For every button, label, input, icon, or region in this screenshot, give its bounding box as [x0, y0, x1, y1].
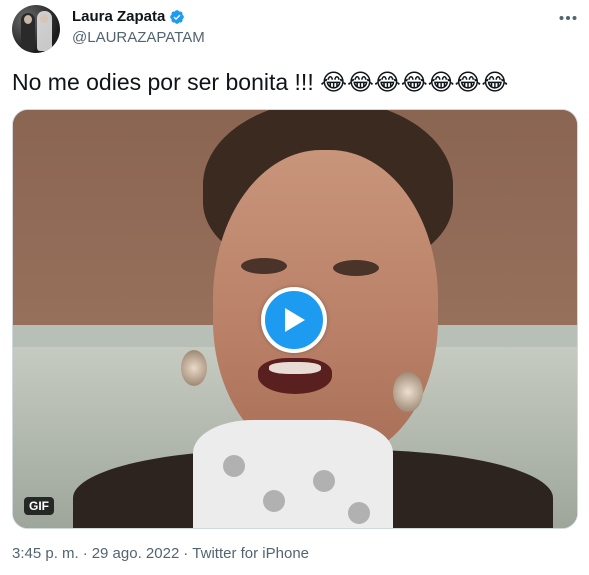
- more-options-icon: [559, 16, 577, 20]
- play-button[interactable]: [261, 287, 327, 353]
- author-name-row[interactable]: Laura Zapata: [72, 8, 185, 25]
- avatar-face-left: [24, 15, 32, 24]
- meta-separator: ·: [183, 545, 189, 562]
- author-handle[interactable]: @LAURAZAPATAM: [72, 29, 205, 46]
- gif-badge: GIF: [24, 497, 54, 515]
- media-collar-pattern: [348, 502, 370, 524]
- play-icon: [285, 308, 305, 332]
- media-collar-pattern: [313, 470, 335, 492]
- tweet-metadata: 3:45 p. m. · 29 ago. 2022 · Twitter for …: [12, 545, 309, 562]
- media-teeth: [269, 362, 321, 374]
- verified-badge-icon: [169, 9, 185, 25]
- media-face: [213, 150, 438, 460]
- avatar-face-right: [40, 14, 48, 23]
- tweet-text: No me odies por ser bonita !!! 😂😂😂😂😂😂😂: [12, 69, 509, 95]
- author-display-name[interactable]: Laura Zapata: [72, 8, 165, 25]
- media-collar-pattern: [223, 455, 245, 477]
- tweet-card: Laura Zapata @LAURAZAPATAM No me odies p…: [0, 0, 589, 575]
- media-eye-left: [241, 258, 287, 274]
- tweet-source[interactable]: Twitter for iPhone: [192, 545, 309, 562]
- more-options-button[interactable]: [556, 8, 580, 28]
- tweet-time[interactable]: 3:45 p. m.: [12, 545, 79, 562]
- media-earring-left: [181, 350, 207, 386]
- media-gif[interactable]: GIF: [12, 109, 578, 529]
- avatar[interactable]: [12, 5, 60, 53]
- meta-separator: ·: [82, 545, 88, 562]
- media-eye-right: [333, 260, 379, 276]
- media-earring-right: [393, 372, 423, 412]
- media-collar-pattern: [263, 490, 285, 512]
- tweet-date[interactable]: 29 ago. 2022: [92, 545, 180, 562]
